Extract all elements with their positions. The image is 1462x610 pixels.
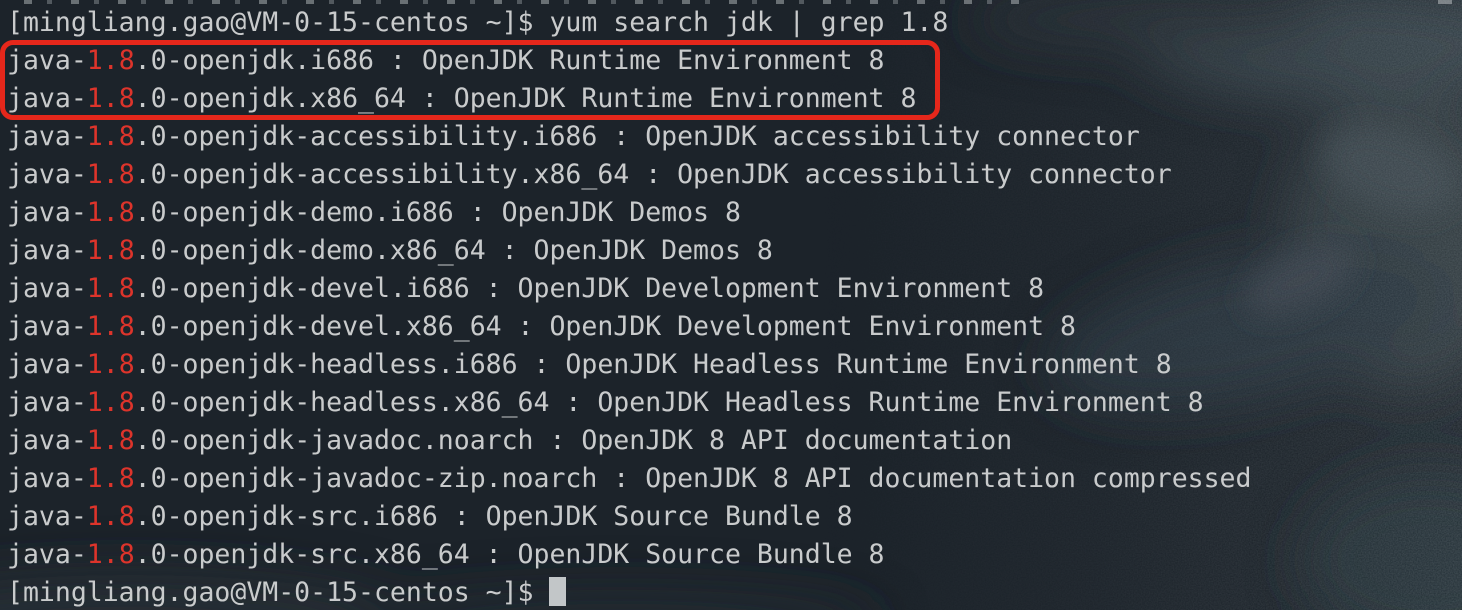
grep-match: 1.8 [87, 425, 135, 456]
package-name-prefix: java- [7, 83, 87, 114]
package-name-prefix: java- [7, 349, 87, 380]
package-name-rest: .0-openjdk.x86_64 : OpenJDK Runtime Envi… [135, 83, 917, 114]
package-name-rest: .0-openjdk-demo.i686 : OpenJDK Demos 8 [135, 197, 741, 228]
package-name-rest: .0-openjdk-accessibility.x86_64 : OpenJD… [135, 159, 1172, 190]
grep-match: 1.8 [87, 273, 135, 304]
package-name-prefix: java- [7, 387, 87, 418]
grep-match: 1.8 [87, 539, 135, 570]
package-name-rest: .0-openjdk-src.x86_64 : OpenJDK Source B… [135, 539, 885, 570]
package-name-rest: .0-openjdk-headless.i686 : OpenJDK Headl… [135, 349, 1172, 380]
grep-match: 1.8 [87, 235, 135, 266]
grep-match: 1.8 [87, 501, 135, 532]
package-name-prefix: java- [7, 159, 87, 190]
package-name-prefix: java- [7, 45, 87, 76]
package-name-prefix: java- [7, 235, 87, 266]
shell-prompt: [mingliang.gao@VM-0-15-centos ~]$ [7, 7, 534, 38]
result-line-0: java-1.8.0-openjdk.i686 : OpenJDK Runtim… [0, 42, 1462, 80]
terminal-cursor[interactable] [549, 577, 566, 606]
current-prompt-line[interactable]: [mingliang.gao@VM-0-15-centos ~]$ [0, 574, 1462, 610]
grep-match: 1.8 [87, 121, 135, 152]
result-line-5: java-1.8.0-openjdk-demo.x86_64 : OpenJDK… [0, 232, 1462, 270]
grep-match: 1.8 [87, 83, 135, 114]
grep-match: 1.8 [87, 45, 135, 76]
package-name-rest: .0-openjdk.i686 : OpenJDK Runtime Enviro… [135, 45, 885, 76]
package-name-prefix: java- [7, 539, 87, 570]
grep-match: 1.8 [87, 463, 135, 494]
package-name-prefix: java- [7, 197, 87, 228]
command-line: [mingliang.gao@VM-0-15-centos ~]$ yum sea… [0, 4, 1462, 42]
grep-match: 1.8 [87, 387, 135, 418]
result-line-8: java-1.8.0-openjdk-headless.i686 : OpenJ… [0, 346, 1462, 384]
result-line-2: java-1.8.0-openjdk-accessibility.i686 : … [0, 118, 1462, 156]
package-name-rest: .0-openjdk-demo.x86_64 : OpenJDK Demos 8 [135, 235, 773, 266]
package-name-prefix: java- [7, 273, 87, 304]
result-line-1: java-1.8.0-openjdk.x86_64 : OpenJDK Runt… [0, 80, 1462, 118]
package-name-rest: .0-openjdk-devel.x86_64 : OpenJDK Develo… [135, 311, 1076, 342]
result-line-10: java-1.8.0-openjdk-javadoc.noarch : Open… [0, 422, 1462, 460]
package-name-prefix: java- [7, 501, 87, 532]
package-name-rest: .0-openjdk-javadoc.noarch : OpenJDK 8 AP… [135, 425, 1013, 456]
terminal-window[interactable]: [mingliang.gao@VM-0-15-centos ~]$ yum sea… [0, 0, 1462, 610]
grep-match: 1.8 [87, 159, 135, 190]
shell-prompt: [mingliang.gao@VM-0-15-centos ~]$ [7, 577, 534, 608]
result-line-3: java-1.8.0-openjdk-accessibility.x86_64 … [0, 156, 1462, 194]
package-name-rest: .0-openjdk-src.i686 : OpenJDK Source Bun… [135, 501, 853, 532]
typed-command: yum search jdk | grep 1.8 [549, 7, 948, 38]
result-line-11: java-1.8.0-openjdk-javadoc-zip.noarch : … [0, 460, 1462, 498]
grep-match: 1.8 [87, 197, 135, 228]
result-line-13: java-1.8.0-openjdk-src.x86_64 : OpenJDK … [0, 536, 1462, 574]
result-line-6: java-1.8.0-openjdk-devel.i686 : OpenJDK … [0, 270, 1462, 308]
grep-match: 1.8 [87, 349, 135, 380]
package-name-prefix: java- [7, 121, 87, 152]
package-name-prefix: java- [7, 311, 87, 342]
result-line-9: java-1.8.0-openjdk-headless.x86_64 : Ope… [0, 384, 1462, 422]
result-line-7: java-1.8.0-openjdk-devel.x86_64 : OpenJD… [0, 308, 1462, 346]
package-name-rest: .0-openjdk-headless.x86_64 : OpenJDK Hea… [135, 387, 1204, 418]
package-name-prefix: java- [7, 463, 87, 494]
grep-match: 1.8 [87, 311, 135, 342]
package-name-rest: .0-openjdk-accessibility.i686 : OpenJDK … [135, 121, 1140, 152]
result-line-4: java-1.8.0-openjdk-demo.i686 : OpenJDK D… [0, 194, 1462, 232]
result-line-12: java-1.8.0-openjdk-src.i686 : OpenJDK So… [0, 498, 1462, 536]
package-name-rest: .0-openjdk-devel.i686 : OpenJDK Developm… [135, 273, 1044, 304]
package-name-prefix: java- [7, 425, 87, 456]
package-name-rest: .0-openjdk-javadoc-zip.noarch : OpenJDK … [135, 463, 1252, 494]
terminal-output[interactable]: [mingliang.gao@VM-0-15-centos ~]$ yum sea… [0, 4, 1462, 610]
